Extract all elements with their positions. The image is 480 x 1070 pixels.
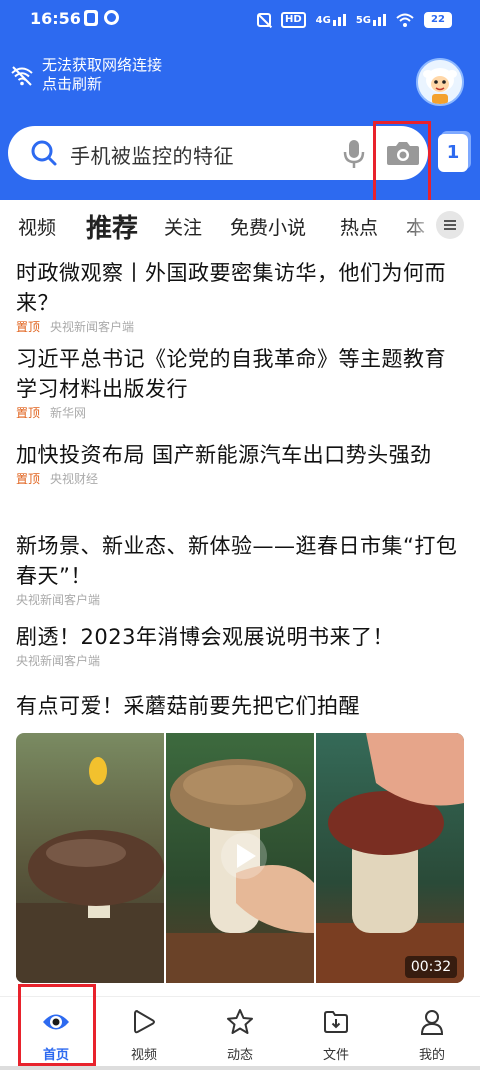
news-meta: 置顶 央视新闻客户端 xyxy=(16,318,466,336)
search-input[interactable]: 手机被监控的特征 xyxy=(8,126,428,180)
mushroom-image-3 xyxy=(316,733,464,983)
news-meta: 央视新闻客户端 xyxy=(16,652,466,670)
avatar[interactable] xyxy=(416,58,464,106)
category-tabs: 视频 推荐 关注 免费小说 热点 本 xyxy=(0,200,480,250)
list-item[interactable]: 时政微观察丨外国政要密集访华，他们为何而来？ 置顶 央视新闻客户端 xyxy=(16,258,466,336)
pinned-badge: 置顶 xyxy=(16,320,41,334)
tab-free-novels[interactable]: 免费小说 xyxy=(230,213,306,240)
signal-5g-label: 5G xyxy=(355,15,371,26)
news-title: 习近平总书记《论党的自我革命》等主题教育学习材料出版发行 xyxy=(16,347,446,401)
status-indicators: HD 4G 5G 22 xyxy=(256,10,452,30)
nav-feed[interactable]: 动态 xyxy=(200,1007,280,1067)
news-meta: 置顶 新华网 xyxy=(16,404,466,422)
tab-recommend[interactable]: 推荐 xyxy=(86,208,138,245)
pinned-badge: 置顶 xyxy=(16,472,41,486)
mascot-avatar-icon xyxy=(418,60,462,104)
offline-notice[interactable]: 无法获取网络连接 点击刷新 xyxy=(10,56,310,100)
tab-count-button[interactable]: 1 xyxy=(438,134,468,172)
camera-highlight-box xyxy=(373,121,431,205)
nav-feed-label: 动态 xyxy=(226,1048,253,1063)
status-bar: 16:56 HD 4G 5G 22 xyxy=(0,0,480,40)
news-source: 央视新闻客户端 xyxy=(16,654,101,668)
news-title: 时政微观察丨外国政要密集访华，他们为何而来？ xyxy=(16,261,446,315)
news-source: 新华网 xyxy=(50,406,87,420)
video-frame-3 xyxy=(316,733,464,983)
news-source: 央视新闻客户端 xyxy=(16,593,101,607)
tab-follow[interactable]: 关注 xyxy=(164,213,202,240)
nav-files[interactable]: 文件 xyxy=(296,1007,376,1067)
nav-profile[interactable]: 我的 xyxy=(392,1007,472,1067)
home-highlight-box xyxy=(18,984,96,1066)
list-item[interactable]: 剧透！2023年消博会观展说明书来了！ 央视新闻客户端 xyxy=(16,622,466,670)
nav-video-label: 视频 xyxy=(130,1048,157,1063)
header-area: 16:56 HD 4G 5G 22 无法获取网络连接 点击刷新 手机被监控的特征… xyxy=(0,0,480,205)
pinned-badge: 置顶 xyxy=(16,406,41,420)
play-icon[interactable] xyxy=(220,832,268,880)
hd-icon: HD xyxy=(280,12,306,28)
list-item[interactable]: 加快投资布局 国产新能源汽车出口势头强劲 置顶 央视财经 xyxy=(16,440,466,488)
star-icon xyxy=(227,1009,253,1034)
play-icon xyxy=(134,1010,155,1034)
signal-4g-icon: 4G xyxy=(316,14,346,26)
list-item[interactable]: 新场景、新业态、新体验——逛春日市集“打包春天”！ 央视新闻客户端 xyxy=(16,531,466,609)
signal-4g-label: 4G xyxy=(315,15,331,26)
channel-menu-button[interactable] xyxy=(436,211,464,239)
tabs-fade xyxy=(400,200,440,250)
signal-5g-icon: 5G xyxy=(356,14,386,26)
battery-icon: 22 xyxy=(424,12,452,28)
app-root: 16:56 HD 4G 5G 22 无法获取网络连接 点击刷新 手机被监控的特征… xyxy=(0,0,480,1070)
news-source: 央视新闻客户端 xyxy=(50,320,135,334)
q-notification-icon xyxy=(104,10,119,25)
gesture-bar[interactable] xyxy=(0,1066,480,1070)
wifi-off-icon xyxy=(11,66,33,86)
refresh-link[interactable]: 点击刷新 xyxy=(42,75,162,94)
news-title: 剧透！2023年消博会观展说明书来了！ xyxy=(16,625,394,649)
tab-video[interactable]: 视频 xyxy=(18,213,56,240)
folder-icon xyxy=(324,1011,348,1033)
mic-icon[interactable] xyxy=(340,138,368,170)
mute-icon xyxy=(256,13,271,27)
search-icon xyxy=(31,140,57,166)
offline-text: 无法获取网络连接 点击刷新 xyxy=(42,56,162,100)
person-icon xyxy=(420,1010,444,1035)
video-frame-1 xyxy=(16,733,164,983)
nav-profile-label: 我的 xyxy=(418,1048,445,1063)
news-title: 新场景、新业态、新体验——逛春日市集“打包春天”！ xyxy=(16,534,458,588)
nav-files-label: 文件 xyxy=(322,1048,349,1063)
status-time: 16:56 xyxy=(30,9,81,28)
mushroom-image-1 xyxy=(16,733,164,983)
offline-message: 无法获取网络连接 xyxy=(42,56,163,74)
nav-video[interactable]: 视频 xyxy=(104,1007,184,1067)
wifi-icon xyxy=(396,13,414,27)
search-query: 手机被监控的特征 xyxy=(70,144,234,168)
video-title[interactable]: 有点可爱！采蘑菇前要先把它们拍醒 xyxy=(16,690,360,722)
app-notification-icon xyxy=(84,10,98,26)
news-meta: 置顶 央视财经 xyxy=(16,470,466,488)
news-source: 央视财经 xyxy=(50,472,99,486)
tab-hot[interactable]: 热点 xyxy=(340,213,378,240)
video-duration: 00:32 xyxy=(405,956,457,978)
news-meta: 央视新闻客户端 xyxy=(16,591,466,609)
news-title: 加快投资布局 国产新能源汽车出口势头强劲 xyxy=(16,443,432,467)
list-item[interactable]: 习近平总书记《论党的自我革命》等主题教育学习材料出版发行 置顶 新华网 xyxy=(16,344,466,422)
